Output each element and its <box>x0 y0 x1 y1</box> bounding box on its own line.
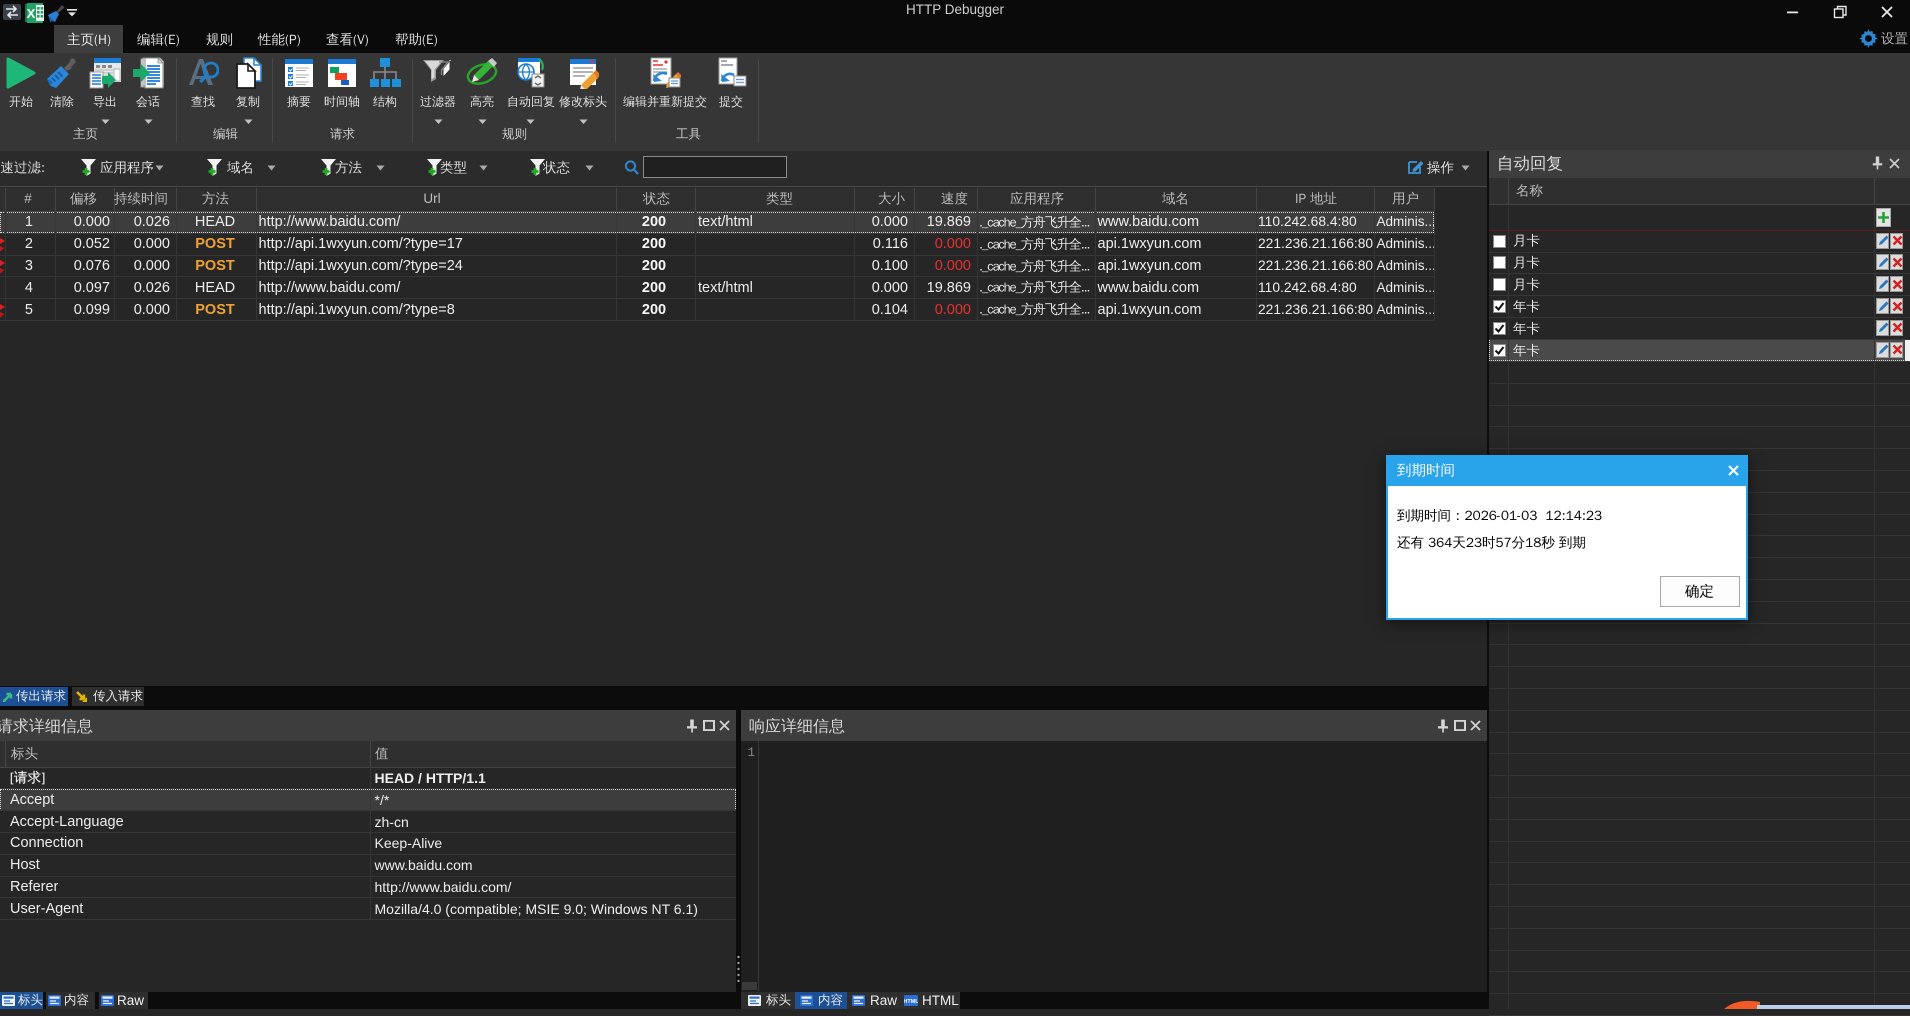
svg-text:X: X <box>27 6 36 21</box>
svg-text:HTML: HTML <box>904 999 918 1005</box>
